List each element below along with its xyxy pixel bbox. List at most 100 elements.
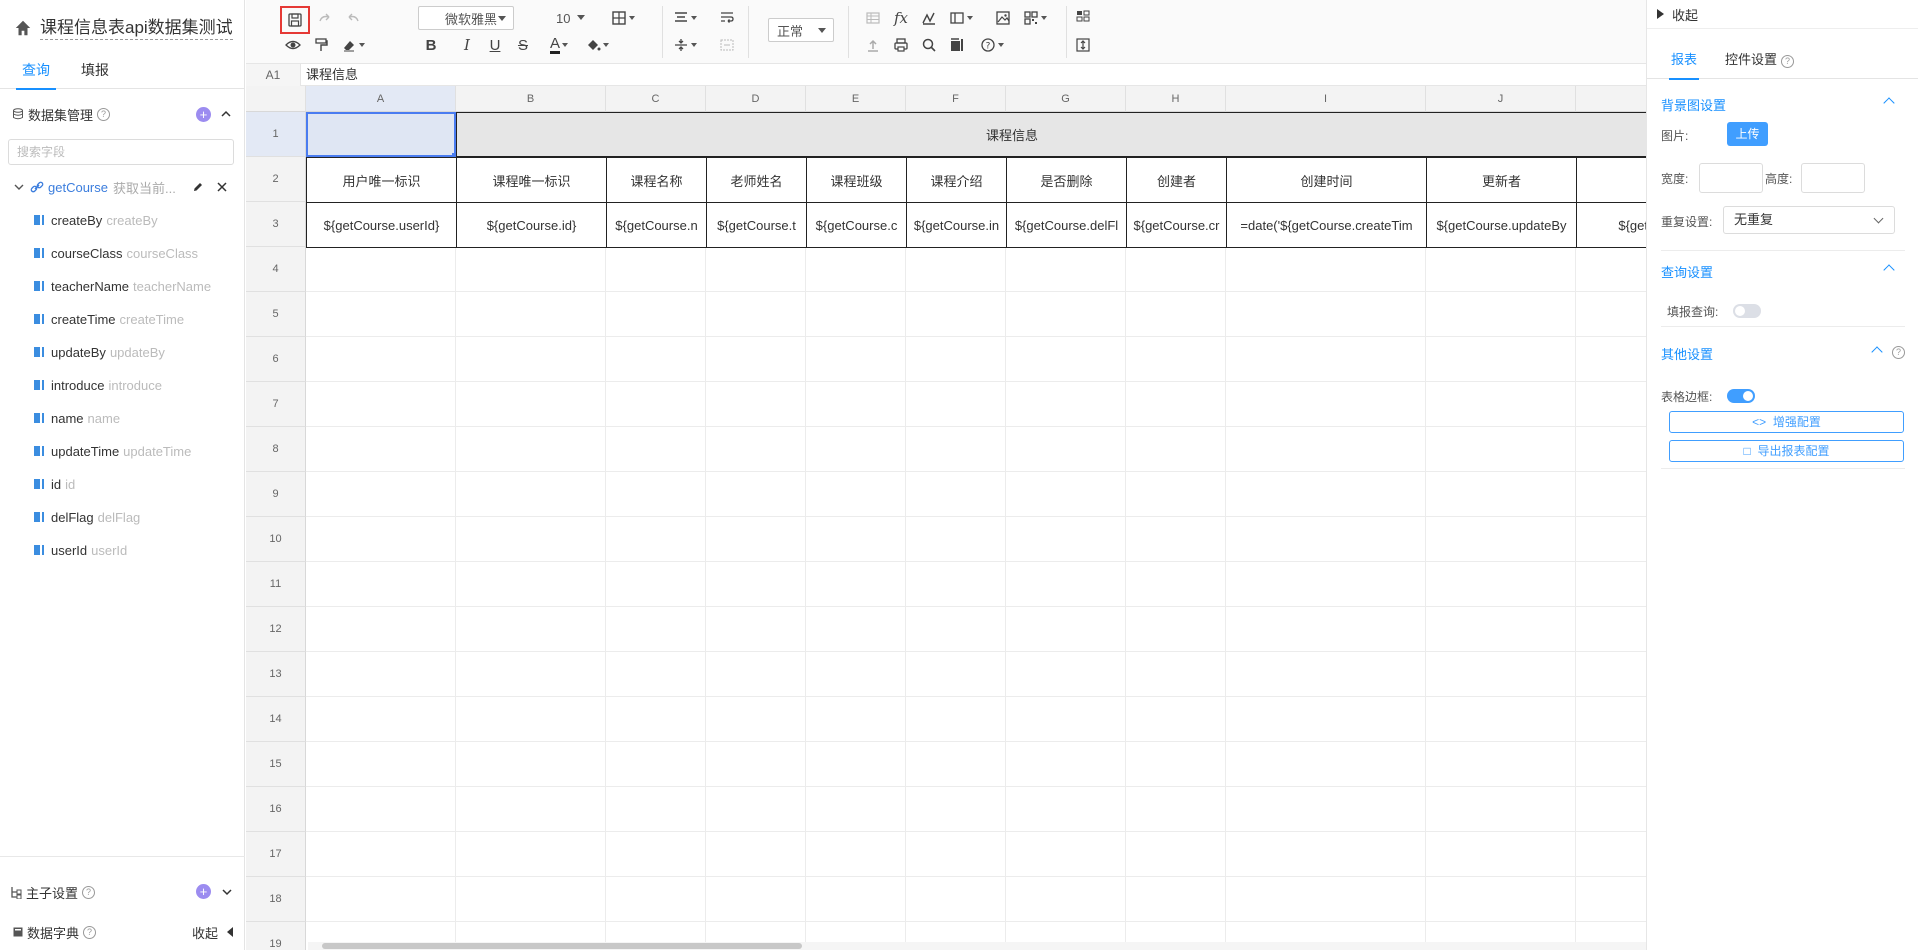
height-input[interactable] [1801,163,1865,193]
bold-button[interactable]: B [420,34,442,56]
field-item[interactable]: createTime createTime [34,309,184,329]
tab-query[interactable]: 查询 [16,56,56,90]
column-header[interactable]: B [456,86,606,112]
field-item[interactable]: createBy createBy [34,210,158,230]
help-icon[interactable]: ? [83,925,97,939]
strikethrough-button[interactable]: S [512,34,534,56]
border-button[interactable] [608,7,638,29]
table-border-switch[interactable] [1727,389,1755,403]
help-icon[interactable]: ? [1892,346,1905,359]
chevron-up-icon[interactable] [221,109,231,119]
header-cell[interactable]: 课程唯一标识 [456,157,607,203]
add-dataset-button[interactable]: + [196,107,211,122]
home-icon[interactable] [14,19,32,37]
row-header[interactable]: 11 [246,562,306,607]
column-header[interactable]: J [1426,86,1576,112]
font-size-select[interactable]: 10 [548,6,592,30]
tab-report[interactable]: 报表 [1669,48,1699,80]
header-cell[interactable]: 更新者 [1426,157,1577,203]
merged-title-cell[interactable]: 课程信息 [456,112,1646,157]
row-header[interactable]: 13 [246,652,306,697]
row-header[interactable]: 1 [246,112,306,157]
upload-image-button[interactable]: 上传 [1727,122,1768,146]
help-button[interactable]: ? [976,34,1008,56]
row-header[interactable]: 12 [246,607,306,652]
formula-button[interactable]: fx [890,7,912,29]
row-header[interactable]: 7 [246,382,306,427]
binding-cell[interactable]: ${getCourse.delFl [1006,202,1127,248]
clear-button[interactable] [338,34,368,56]
fit-button[interactable] [1072,34,1094,56]
field-search-input[interactable]: 搜索字段 [8,139,234,165]
binding-cell[interactable]: ${getCourse.id} [456,202,607,248]
field-item[interactable]: introduce introduce [34,375,162,395]
format-painter-button[interactable] [310,34,332,56]
font-color-button[interactable]: A [544,34,574,56]
row-header[interactable]: 3 [246,202,306,247]
header-cell[interactable]: 课程名称 [606,157,707,203]
qrcode-button[interactable] [1020,7,1050,29]
row-header[interactable]: 19 [246,922,306,950]
redo-button[interactable] [314,7,336,29]
field-item[interactable]: updateBy updateBy [34,342,165,362]
field-item[interactable]: teacherName teacherName [34,276,211,296]
header-cell[interactable]: 创建者 [1126,157,1227,203]
row-header[interactable]: 4 [246,247,306,292]
selected-cell-a1[interactable] [306,112,456,157]
row-header[interactable]: 6 [246,337,306,382]
vertical-align-button[interactable] [670,34,700,56]
tab-fill[interactable]: 填报 [78,56,112,88]
row-header[interactable]: 15 [246,742,306,787]
column-header[interactable]: F [906,86,1006,112]
binding-cell[interactable]: ${getCourse.n [606,202,707,248]
repeat-select[interactable]: 无重复 [1723,206,1895,234]
dataset-node-getCourse[interactable]: getCourse 获取当前... [14,177,239,197]
column-header[interactable]: E [806,86,906,112]
column-header[interactable]: G [1006,86,1126,112]
row-header[interactable]: 17 [246,832,306,877]
column-header[interactable]: D [706,86,806,112]
field-item[interactable]: delFlag delFlag [34,507,140,527]
row-header[interactable]: 5 [246,292,306,337]
font-family-select[interactable]: 微软雅黑 [418,6,514,30]
binding-cell[interactable]: ${getCourse.userId} [306,202,457,248]
chart-button[interactable] [918,7,940,29]
fill-query-switch[interactable] [1733,304,1761,318]
binding-cell[interactable]: ${getCourse.cr [1126,202,1227,248]
field-item[interactable]: updateTime updateTime [34,441,191,461]
column-header[interactable]: C [606,86,706,112]
binding-cell[interactable]: ${getCourse.in [906,202,1007,248]
row-header[interactable]: 18 [246,877,306,922]
chevron-up-icon[interactable] [1883,97,1895,109]
column-header[interactable]: A [306,86,456,112]
preview-button[interactable] [282,34,304,56]
save-button[interactable] [280,6,310,34]
merge-cells-button[interactable] [716,34,738,56]
header-cell[interactable]: 老师姓名 [706,157,807,203]
binding-cell[interactable]: ${getCo [1576,202,1646,248]
column-header[interactable]: H [1126,86,1226,112]
caret-right-icon[interactable] [1657,9,1664,19]
fill-color-button[interactable] [582,34,612,56]
formula-input[interactable]: 课程信息 [306,64,358,86]
undo-button[interactable] [342,7,364,29]
header-cell[interactable]: 课程班级 [806,157,907,203]
search-button[interactable] [918,34,940,56]
row-header[interactable]: 9 [246,472,306,517]
binding-cell[interactable]: ${getCourse.t [706,202,807,248]
wrap-text-button[interactable] [716,7,738,29]
column-header[interactable] [1576,86,1646,112]
print-button[interactable] [890,34,912,56]
upload-button[interactable] [862,34,884,56]
row-header[interactable]: 10 [246,517,306,562]
binding-cell[interactable]: =date('${getCourse.createTim [1226,202,1427,248]
horizontal-scrollbar[interactable] [308,942,1646,950]
underline-button[interactable]: U [484,34,506,56]
layout-button[interactable] [946,7,976,29]
width-input[interactable] [1699,163,1763,193]
field-item[interactable]: id id [34,474,75,494]
field-item[interactable]: name name [34,408,120,428]
export-config-button[interactable]: □ 导出报表配置 [1669,440,1904,462]
query-section[interactable]: 查询设置 [1661,260,1905,282]
field-item[interactable]: courseClass courseClass [34,243,198,263]
